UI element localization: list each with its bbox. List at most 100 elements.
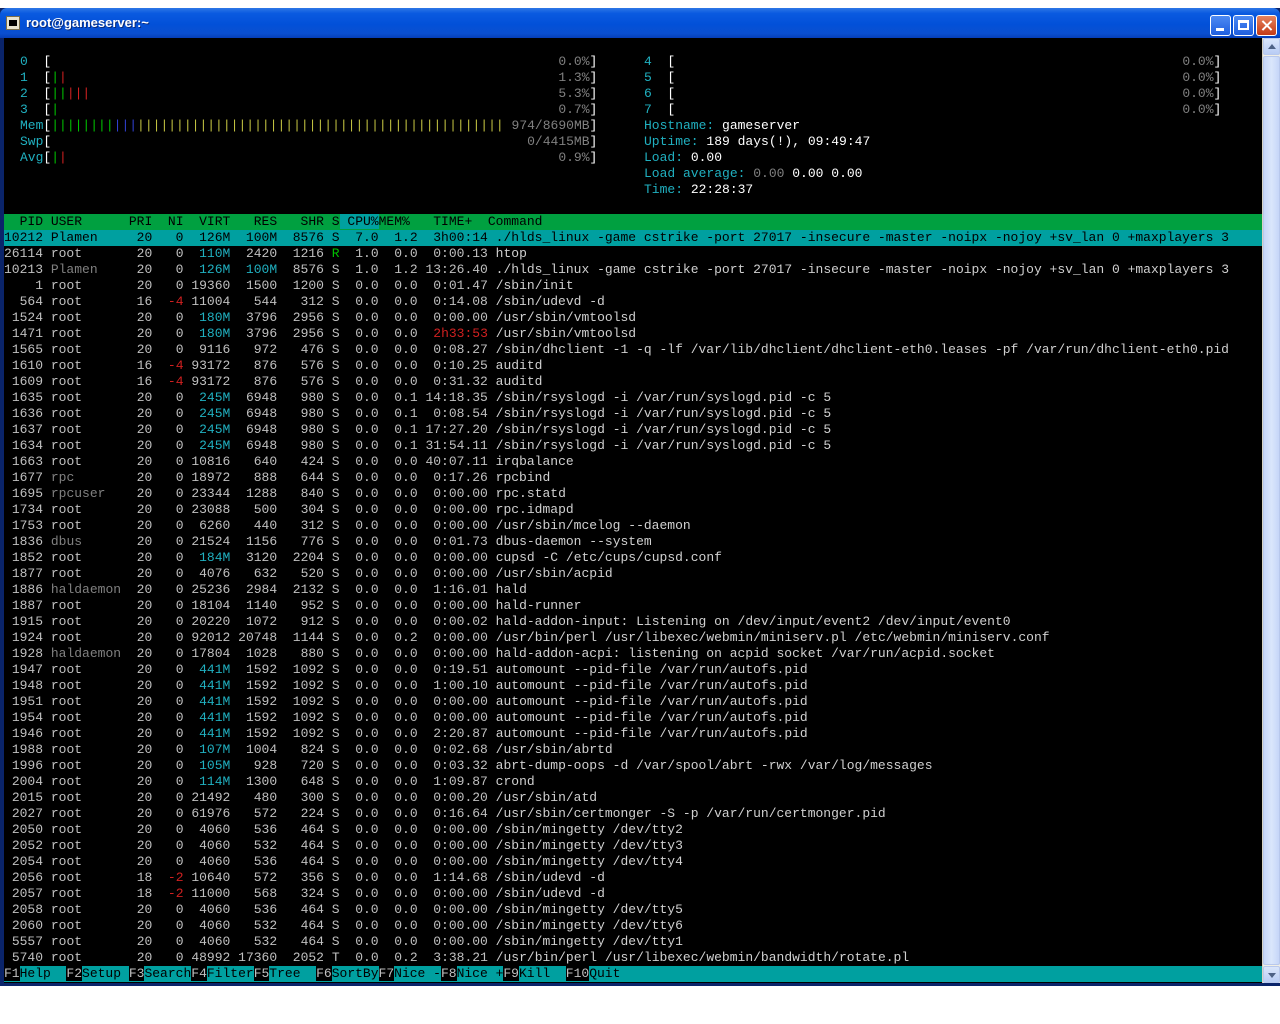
process-row[interactable]: 1886 haldaemon 20 0 25236 2984 2132 S 0.… [4,582,1262,598]
cell-time: 1:14.68 [433,870,488,885]
function-key-label[interactable]: Tree [269,966,316,981]
process-row[interactable]: 1836 dbus 20 0 21524 1156 776 S 0.0 0.0 … [4,534,1262,550]
column-header-s[interactable]: S [324,214,340,229]
column-header-pri[interactable]: PRI [121,214,152,229]
function-key-f9[interactable]: F9 [503,966,519,981]
column-header-ni[interactable]: NI [152,214,184,229]
process-row[interactable]: 1915 root 20 0 20220 1072 912 S 0.0 0.0 … [4,614,1262,630]
column-header-pid[interactable]: PID [4,214,51,229]
function-key-bar[interactable]: F1Help F2Setup F3SearchF4FilterF5Tree F6… [4,966,1262,982]
cell-cpu: 0.0 [355,950,379,965]
cell-command: crond [495,774,535,789]
cell-user: rpc [50,470,75,485]
process-row[interactable]: 2015 root 20 0 21492 480 300 S 0.0 0.0 0… [4,790,1262,806]
column-header-res[interactable]: RES [230,214,277,229]
column-header-virt[interactable]: VIRT [184,214,230,229]
process-table-header[interactable]: PID USER PRI NI VIRT RES SHR S CPU%MEM% … [4,214,1262,230]
function-key-f10[interactable]: F10 [565,966,590,981]
process-row[interactable]: 5740 root 20 0 48992 17360 2052 T 0.0 0.… [4,950,1262,966]
process-row[interactable]: 1609 root 16 -4 93172 876 576 S 0.0 0.0 … [4,374,1262,390]
function-key-label[interactable]: Quit [589,966,620,981]
process-row[interactable]: 1996 root 20 0 105M 928 720 S 0.0 0.0 0:… [4,758,1262,774]
process-row[interactable]: 1951 root 20 0 441M 1592 1092 S 0.0 0.0 … [4,694,1262,710]
process-row[interactable]: 2004 root 20 0 114M 1300 648 S 0.0 0.0 1… [4,774,1262,790]
process-row[interactable]: 10212 Plamen 20 0 126M 100M 8576 S 7.0 1… [4,230,1262,246]
process-row[interactable]: 1663 root 20 0 10816 640 424 S 0.0 0.0 4… [4,454,1262,470]
function-key-label[interactable]: Search [144,966,191,981]
function-key-label[interactable]: Filter [207,966,254,981]
process-row[interactable]: 1637 root 20 0 245M 6948 980 S 0.0 0.1 1… [4,422,1262,438]
function-key-f8[interactable]: F8 [440,966,457,981]
column-header-shr[interactable]: SHR [277,214,324,229]
process-row[interactable]: 26114 root 20 0 110M 2420 1216 R 1.0 0.0… [4,246,1262,262]
process-row[interactable]: 1954 root 20 0 441M 1592 1092 S 0.0 0.0 … [4,710,1262,726]
process-row[interactable]: 1734 root 20 0 23088 500 304 S 0.0 0.0 0… [4,502,1262,518]
function-key-label[interactable]: SortBy [332,966,379,981]
process-row[interactable]: 1988 root 20 0 107M 1004 824 S 0.0 0.0 0… [4,742,1262,758]
process-row[interactable]: 1636 root 20 0 245M 6948 980 S 0.0 0.1 0… [4,406,1262,422]
process-row[interactable]: 1852 root 20 0 184M 3120 2204 S 0.0 0.0 … [4,550,1262,566]
process-row[interactable]: 1947 root 20 0 441M 1592 1092 S 0.0 0.0 … [4,662,1262,678]
function-key-label[interactable]: Help [20,966,67,981]
minimize-button[interactable] [1210,15,1231,36]
process-row[interactable]: 1887 root 20 0 18104 1140 952 S 0.0 0.0 … [4,598,1262,614]
function-key-f4[interactable]: F4 [191,966,207,981]
function-key-label[interactable]: Nice + [457,966,504,981]
function-key-label[interactable]: Kill [519,966,566,981]
process-row[interactable]: 1 root 20 0 19360 1500 1200 S 0.0 0.0 0:… [4,278,1262,294]
vertical-scrollbar[interactable] [1262,38,1280,983]
meter-space [59,102,558,117]
process-row[interactable]: 2054 root 20 0 4060 536 464 S 0.0 0.0 0:… [4,854,1262,870]
process-row[interactable]: 10213 Plamen 20 0 126M 100M 8576 S 1.0 1… [4,262,1262,278]
process-row[interactable]: 1946 root 20 0 441M 1592 1092 S 0.0 0.0 … [4,726,1262,742]
process-row[interactable]: 1677 rpc 20 0 18972 888 644 S 0.0 0.0 0:… [4,470,1262,486]
process-row[interactable]: 2050 root 20 0 4060 536 464 S 0.0 0.0 0:… [4,822,1262,838]
scroll-up-arrow-icon[interactable] [1263,38,1280,55]
function-key-f3[interactable]: F3 [128,966,145,981]
process-row[interactable]: 1928 haldaemon 20 0 17804 1028 880 S 0.0… [4,646,1262,662]
process-row[interactable]: 1634 root 20 0 245M 6948 980 S 0.0 0.1 3… [4,438,1262,454]
process-row[interactable]: 2056 root 18 -2 10640 572 356 S 0.0 0.0 … [4,870,1262,886]
title-bar[interactable]: root@gameserver:~ [0,8,1280,38]
scroll-down-arrow-icon[interactable] [1263,966,1280,983]
process-row[interactable]: 2060 root 20 0 4060 532 464 S 0.0 0.0 0:… [4,918,1262,934]
process-row[interactable]: 1753 root 20 0 6260 440 312 S 0.0 0.0 0:… [4,518,1262,534]
process-row[interactable]: 1565 root 20 0 9116 972 476 S 0.0 0.0 0:… [4,342,1262,358]
function-key-label[interactable]: Nice - [394,966,441,981]
process-row[interactable]: 1948 root 20 0 441M 1592 1092 S 0.0 0.0 … [4,678,1262,694]
process-row[interactable]: 1524 root 20 0 180M 3796 2956 S 0.0 0.0 … [4,310,1262,326]
process-row[interactable]: 2052 root 20 0 4060 532 464 S 0.0 0.0 0:… [4,838,1262,854]
process-row[interactable]: 1471 root 20 0 180M 3796 2956 S 0.0 0.0 … [4,326,1262,342]
process-row[interactable]: 1877 root 20 0 4076 632 520 S 0.0 0.0 0:… [4,566,1262,582]
column-header-time[interactable]: TIME+ [410,214,480,229]
process-row[interactable]: 2057 root 18 -2 11000 568 324 S 0.0 0.0 … [4,886,1262,902]
process-row[interactable]: 1610 root 16 -4 93172 876 576 S 0.0 0.0 … [4,358,1262,374]
process-row[interactable]: 2027 root 20 0 61976 572 224 S 0.0 0.0 0… [4,806,1262,822]
process-row[interactable]: 1695 rpcuser 20 0 23344 1288 840 S 0.0 0… [4,486,1262,502]
function-key-f1[interactable]: F1 [4,966,20,981]
putty-terminal-icon[interactable] [6,16,20,30]
close-button[interactable] [1256,15,1277,36]
process-row[interactable]: 5557 root 20 0 4060 532 464 S 0.0 0.0 0:… [4,934,1262,950]
column-header-command[interactable]: Command [480,214,543,229]
maximize-button[interactable] [1233,15,1254,36]
cell-command: /usr/sbin/vmtoolsd [495,310,637,325]
process-row[interactable]: 1635 root 20 0 245M 6948 980 S 0.0 0.1 1… [4,390,1262,406]
column-header-user[interactable]: USER [51,214,121,229]
function-key-f6[interactable]: F6 [316,966,332,981]
column-header-mem[interactable]: MEM% [379,214,410,229]
function-key-f2[interactable]: F2 [66,966,83,981]
meter-label: 2 [20,86,44,101]
process-row[interactable]: 564 root 16 -4 11004 544 312 S 0.0 0.0 0… [4,294,1262,310]
terminal-screen[interactable]: 0 [ 0.0%] 1 [|| 1.3%] 2 [||||| 5.3%] 3 [… [4,38,1262,983]
process-row[interactable]: 2058 root 20 0 4060 536 464 S 0.0 0.0 0:… [4,902,1262,918]
scrollbar-thumb[interactable] [1263,56,1280,965]
function-key-f7[interactable]: F7 [378,966,395,981]
function-key-f5[interactable]: F5 [253,966,270,981]
function-key-label[interactable]: Setup [82,966,129,981]
cell-time: 0:00.00 [433,550,488,565]
cell-pri: 20 [136,502,153,517]
column-header-cpu[interactable]: CPU% [339,214,379,229]
cell-ni: 0 [175,390,184,405]
process-row[interactable]: 1924 root 20 0 92012 20748 1144 S 0.0 0.… [4,630,1262,646]
